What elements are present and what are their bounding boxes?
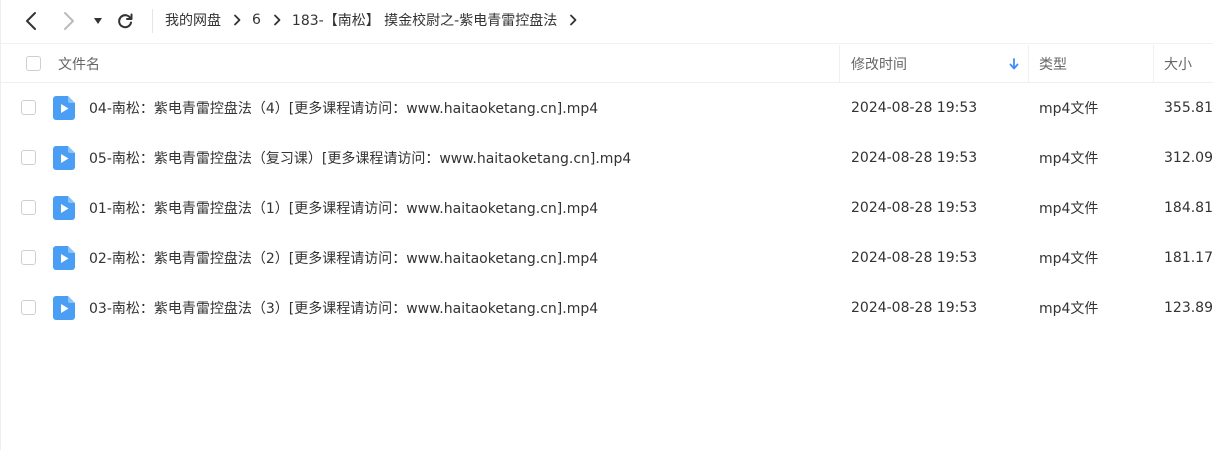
- file-modified-time: 2024-08-28 19:53: [851, 250, 978, 266]
- row-checkbox[interactable]: [21, 300, 36, 315]
- breadcrumb-item-root[interactable]: 我的网盘: [165, 10, 221, 30]
- select-all-checkbox[interactable]: [26, 56, 41, 71]
- column-header-size[interactable]: 大小: [1164, 45, 1192, 82]
- file-row[interactable]: 04-南松：紫电青雷控盘法（4）[更多课程请访问：www.haitaoketan…: [1, 83, 1213, 133]
- column-header-name[interactable]: 文件名: [58, 45, 100, 82]
- row-checkbox[interactable]: [21, 100, 36, 115]
- video-file-icon: [53, 196, 75, 220]
- navigation-bar: 我的网盘 6 183-【南松】 摸金校尉之-紫电青雷控盘法: [1, 0, 1213, 44]
- column-header-type[interactable]: 类型: [1039, 45, 1067, 82]
- file-modified-time: 2024-08-28 19:53: [851, 100, 978, 116]
- file-modified-time: 2024-08-28 19:53: [851, 200, 978, 216]
- file-name[interactable]: 02-南松：紫电青雷控盘法（2）[更多课程请访问：www.haitaoketan…: [89, 233, 598, 283]
- refresh-button[interactable]: [113, 8, 137, 34]
- file-row[interactable]: 03-南松：紫电青雷控盘法（3）[更多课程请访问：www.haitaoketan…: [1, 283, 1213, 333]
- file-row[interactable]: 05-南松：紫电青雷控盘法（复习课）[更多课程请访问：www.haitaoket…: [1, 133, 1213, 183]
- column-header-row: 文件名 修改时间 类型 大小: [1, 45, 1213, 83]
- video-file-icon: [53, 246, 75, 270]
- file-modified-time: 2024-08-28 19:53: [851, 150, 978, 166]
- column-divider[interactable]: [1153, 45, 1154, 82]
- file-manager-window: 我的网盘 6 183-【南松】 摸金校尉之-紫电青雷控盘法 文件名 修改时间 类…: [0, 0, 1213, 450]
- file-name[interactable]: 01-南松：紫电青雷控盘法（1）[更多课程请访问：www.haitaoketan…: [89, 183, 598, 233]
- video-file-icon: [53, 96, 75, 120]
- file-modified-time: 2024-08-28 19:53: [851, 300, 978, 316]
- breadcrumb: 我的网盘 6 183-【南松】 摸金校尉之-紫电青雷控盘法: [165, 0, 588, 40]
- chevron-right-icon: [64, 12, 74, 30]
- column-header-modified[interactable]: 修改时间: [851, 45, 907, 82]
- file-name[interactable]: 04-南松：紫电青雷控盘法（4）[更多课程请访问：www.haitaoketan…: [89, 83, 598, 133]
- history-dropdown-button[interactable]: [89, 8, 107, 34]
- video-file-icon: [53, 296, 75, 320]
- file-type: mp4文件: [1039, 251, 1099, 267]
- row-checkbox[interactable]: [21, 250, 36, 265]
- file-type: mp4文件: [1039, 101, 1099, 117]
- column-divider[interactable]: [839, 45, 840, 82]
- file-name[interactable]: 05-南松：紫电青雷控盘法（复习课）[更多课程请访问：www.haitaoket…: [89, 133, 631, 183]
- file-size: 355.81: [1164, 100, 1213, 116]
- back-button[interactable]: [19, 8, 43, 34]
- breadcrumb-separator-icon: [233, 14, 241, 26]
- row-checkbox[interactable]: [21, 150, 36, 165]
- forward-button[interactable]: [57, 8, 81, 34]
- sort-arrow-down-icon[interactable]: [1009, 45, 1019, 82]
- breadcrumb-item-current-folder[interactable]: 183-【南松】 摸金校尉之-紫电青雷控盘法: [292, 10, 557, 30]
- file-row[interactable]: 02-南松：紫电青雷控盘法（2）[更多课程请访问：www.haitaoketan…: [1, 233, 1213, 283]
- breadcrumb-expand-icon[interactable]: [569, 14, 577, 26]
- column-divider[interactable]: [1028, 45, 1029, 82]
- breadcrumb-item-folder-6[interactable]: 6: [252, 12, 261, 28]
- file-size: 181.17: [1164, 250, 1213, 266]
- file-size: 123.89: [1164, 300, 1213, 316]
- nav-divider: [152, 9, 153, 33]
- caret-down-icon: [94, 18, 102, 24]
- file-size: 312.09: [1164, 150, 1213, 166]
- file-row[interactable]: 01-南松：紫电青雷控盘法（1）[更多课程请访问：www.haitaoketan…: [1, 183, 1213, 233]
- file-name[interactable]: 03-南松：紫电青雷控盘法（3）[更多课程请访问：www.haitaoketan…: [89, 283, 598, 333]
- row-checkbox[interactable]: [21, 200, 36, 215]
- video-file-icon: [53, 146, 75, 170]
- file-type: mp4文件: [1039, 201, 1099, 217]
- refresh-icon: [118, 13, 133, 29]
- chevron-left-icon: [26, 12, 36, 30]
- file-type: mp4文件: [1039, 301, 1099, 317]
- breadcrumb-separator-icon: [273, 14, 281, 26]
- file-type: mp4文件: [1039, 151, 1099, 167]
- file-size: 184.81: [1164, 200, 1213, 216]
